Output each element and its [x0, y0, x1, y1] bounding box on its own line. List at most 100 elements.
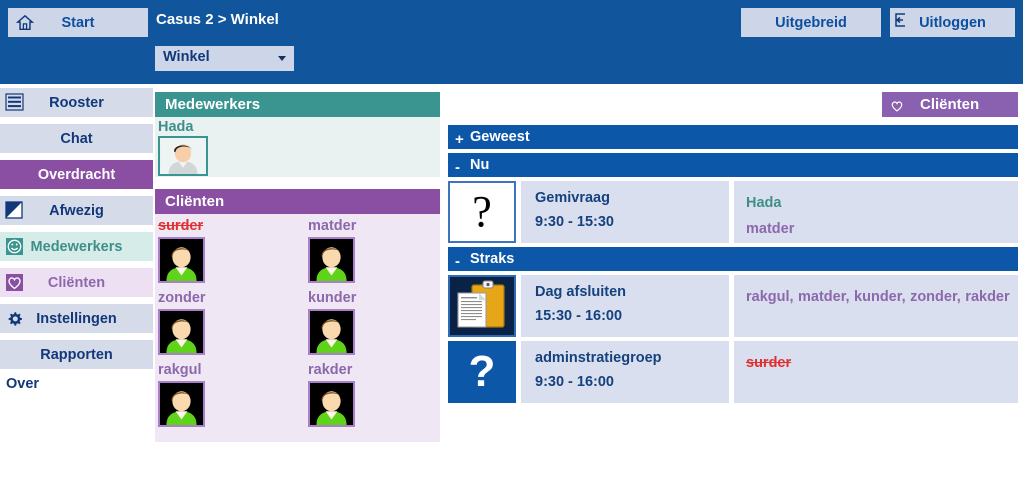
- client-cell[interactable]: rakder: [305, 362, 440, 434]
- middle-column: Medewerkers Hada Cliënten surder matder: [155, 92, 440, 442]
- sidebar-item-label: Rapporten: [40, 346, 113, 363]
- sidebar-item-chat[interactable]: Chat: [0, 124, 153, 153]
- half-square-icon: [5, 201, 23, 219]
- event-icon-wrap: [448, 275, 516, 337]
- section-header-geweest[interactable]: + Geweest: [448, 125, 1018, 149]
- event-details: Gemivraag 9:30 - 15:30: [521, 181, 729, 243]
- event-row[interactable]: ? Gemivraag 9:30 - 15:30 Hada matder: [448, 181, 1018, 243]
- home-icon: [16, 14, 34, 31]
- client-avatar[interactable]: [308, 381, 355, 427]
- logout-button-label: Uitloggen: [919, 14, 986, 31]
- uitgebreid-button[interactable]: Uitgebreid: [741, 8, 881, 37]
- heart-icon: [891, 100, 903, 112]
- section-title: Nu: [470, 157, 490, 173]
- menu-icon: [5, 93, 24, 111]
- employee-avatar[interactable]: [158, 136, 208, 176]
- event-details: Dag afsluiten 15:30 - 16:00: [521, 275, 729, 337]
- section-title: Straks: [470, 251, 515, 267]
- logout-icon: [895, 13, 905, 27]
- client-cell[interactable]: kunder: [305, 290, 440, 362]
- event-row[interactable]: ? adminstratiegroep 9:30 - 16:00 surder: [448, 341, 1018, 403]
- location-select-value: Winkel: [163, 49, 210, 65]
- sidebar-item-label: Cliënten: [47, 274, 106, 291]
- collapse-toggle-icon: -: [455, 159, 460, 176]
- employees-panel-body: Hada: [155, 117, 440, 177]
- sidebar-item-label: Overdracht: [37, 166, 116, 183]
- client-avatar[interactable]: [158, 381, 205, 427]
- client-cell[interactable]: surder: [155, 218, 305, 290]
- question-mark-white-icon: ?: [448, 181, 516, 243]
- question-mark-blue-icon: ?: [448, 341, 516, 403]
- heart-icon: [6, 274, 23, 291]
- sidebar-item-label: Medewerkers: [30, 238, 123, 255]
- clients-badge[interactable]: Cliënten: [882, 92, 1018, 117]
- participant-client: kunder,: [854, 289, 906, 305]
- gear-icon: [6, 310, 23, 327]
- start-button[interactable]: Start: [8, 8, 148, 37]
- client-avatar[interactable]: [308, 237, 355, 283]
- section-header-straks[interactable]: - Straks: [448, 247, 1018, 271]
- event-participants: Hada matder: [734, 181, 1018, 243]
- clients-panel-body: surder matder zonder kunder rakgul rakde…: [155, 214, 440, 442]
- participant-employee: Hada: [746, 195, 782, 211]
- collapse-toggle-icon: -: [455, 253, 460, 270]
- event-title: Gemivraag: [535, 190, 610, 206]
- event-time: 15:30 - 16:00: [535, 308, 623, 324]
- participant-client: rakder: [965, 289, 1010, 305]
- employee-name: Hada: [158, 119, 194, 135]
- clients-badge-label: Cliënten: [920, 96, 980, 113]
- start-button-label: Start: [61, 14, 95, 31]
- event-icon-wrap: ?: [448, 341, 516, 403]
- sidebar-item-instellingen[interactable]: Instellingen: [0, 304, 153, 333]
- participant-client: rakgul,: [746, 289, 794, 305]
- client-cell[interactable]: zonder: [155, 290, 305, 362]
- employees-panel-title: Medewerkers: [155, 92, 440, 117]
- participant-client: zonder,: [910, 289, 961, 305]
- sidebar-item-clienten[interactable]: Cliënten: [0, 268, 153, 297]
- uitgebreid-button-label: Uitgebreid: [775, 14, 847, 31]
- top-bar: Start Casus 2 > Winkel Winkel Uitgebreid…: [0, 0, 1023, 84]
- client-name: rakder: [308, 362, 353, 378]
- participant-client: matder,: [798, 289, 850, 305]
- sidebar-item-label: Instellingen: [36, 310, 117, 327]
- breadcrumb: Casus 2 > Winkel: [156, 11, 279, 28]
- client-avatar[interactable]: [158, 237, 205, 283]
- sidebar-item-over[interactable]: Over: [0, 376, 153, 392]
- sidebar-item-label: Afwezig: [49, 202, 104, 219]
- event-details: adminstratiegroep 9:30 - 16:00: [521, 341, 729, 403]
- section-title: Geweest: [470, 129, 530, 145]
- client-name: matder: [308, 218, 357, 234]
- client-cell[interactable]: rakgul: [155, 362, 305, 434]
- logout-button[interactable]: Uitloggen: [890, 8, 1015, 37]
- event-participants: rakgul, matder, kunder, zonder, rakder: [734, 275, 1018, 337]
- client-name: rakgul: [158, 362, 202, 378]
- location-select[interactable]: Winkel: [155, 46, 294, 71]
- clients-panel-title: Cliënten: [155, 189, 440, 214]
- sidebar-item-rapporten[interactable]: Rapporten: [0, 340, 153, 369]
- schedule-column: Cliënten + Geweest - Nu ? Gemivraag 9:30…: [448, 92, 1018, 407]
- section-header-nu[interactable]: - Nu: [448, 153, 1018, 177]
- client-avatar[interactable]: [158, 309, 205, 355]
- sidebar: Rooster Chat Overdracht Afwezig Medewerk…: [0, 88, 153, 392]
- sidebar-item-label: Chat: [60, 130, 93, 147]
- client-cell[interactable]: matder: [305, 218, 440, 290]
- participant-client: surder: [746, 355, 792, 371]
- expand-toggle-icon: +: [455, 131, 464, 148]
- sidebar-item-overdracht[interactable]: Overdracht: [0, 160, 153, 189]
- event-time: 9:30 - 16:00: [535, 374, 614, 390]
- sidebar-item-afwezig[interactable]: Afwezig: [0, 196, 153, 225]
- event-title: adminstratiegroep: [535, 350, 662, 366]
- clients-grid: surder matder zonder kunder rakgul rakde…: [155, 214, 440, 442]
- sidebar-item-medewerkers[interactable]: Medewerkers: [0, 232, 153, 261]
- event-time: 9:30 - 15:30: [535, 214, 614, 230]
- client-name: zonder: [158, 290, 206, 306]
- sidebar-item-label: Rooster: [49, 94, 104, 111]
- smiley-icon: [6, 238, 23, 255]
- sidebar-item-rooster[interactable]: Rooster: [0, 88, 153, 117]
- participant-client: matder: [746, 221, 795, 237]
- application-window: Start Casus 2 > Winkel Winkel Uitgebreid…: [0, 0, 1023, 501]
- event-row[interactable]: Dag afsluiten 15:30 - 16:00 rakgul, matd…: [448, 275, 1018, 337]
- event-participants: surder: [734, 341, 1018, 403]
- client-name: surder: [158, 218, 204, 234]
- client-avatar[interactable]: [308, 309, 355, 355]
